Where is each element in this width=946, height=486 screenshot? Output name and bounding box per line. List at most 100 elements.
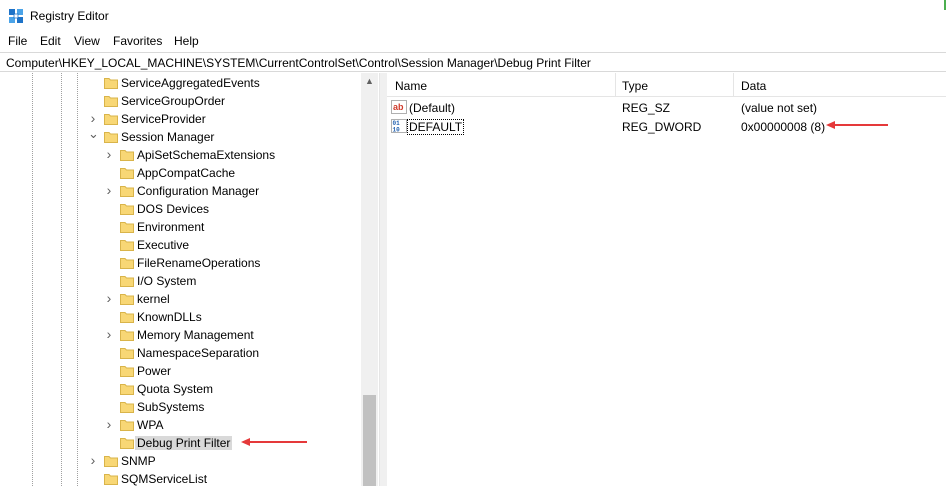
string-value-icon: ab: [391, 100, 407, 114]
tree-item[interactable]: KnownDLLs: [0, 308, 360, 326]
tree-item-label: SubSystems: [137, 400, 205, 414]
tree-item[interactable]: › WPA: [0, 416, 360, 434]
values-list[interactable]: Name Type Data ab (Default) REG_SZ (valu…: [387, 73, 946, 486]
tree-item[interactable]: FileRenameOperations: [0, 254, 360, 272]
menu-view[interactable]: View: [74, 34, 100, 48]
tree-item-label: Power: [137, 364, 172, 378]
tree-scrollbar[interactable]: ▲: [361, 73, 378, 486]
tree-item-label: ServiceGroupOrder: [121, 94, 226, 108]
tree-item[interactable]: NamespaceSeparation: [0, 344, 360, 362]
tree-connector: [104, 347, 114, 359]
folder-icon: [120, 420, 134, 431]
binary-value-icon: 01 10: [391, 119, 407, 133]
chevron-right-icon[interactable]: ›: [104, 327, 114, 341]
chevron-right-icon[interactable]: ›: [104, 147, 114, 161]
list-header: Name Type Data: [387, 73, 946, 97]
tree-item[interactable]: › Memory Management: [0, 326, 360, 344]
window-title: Registry Editor: [30, 9, 109, 23]
chevron-right-icon[interactable]: ›: [88, 111, 98, 125]
folder-icon: [104, 114, 118, 125]
tree-item[interactable]: I/O System: [0, 272, 360, 290]
tree-connector: [104, 239, 114, 251]
svg-text:10: 10: [393, 127, 401, 134]
chevron-right-icon[interactable]: ›: [104, 183, 114, 197]
tree-item[interactable]: SubSystems: [0, 398, 360, 416]
tree-item-label: ServiceAggregatedEvents: [121, 76, 260, 90]
value-type: REG_DWORD: [622, 120, 702, 134]
tree-connector: [104, 203, 114, 215]
column-divider[interactable]: [615, 73, 616, 97]
address-path[interactable]: Computer\HKEY_LOCAL_MACHINE\SYSTEM\Curre…: [6, 56, 591, 70]
tree-item-label: ApiSetSchemaExtensions: [137, 148, 276, 162]
tree-item[interactable]: AppCompatCache: [0, 164, 360, 182]
chevron-right-icon[interactable]: ›: [104, 291, 114, 305]
scrollbar-thumb[interactable]: [363, 395, 376, 486]
tree-item-label: NamespaceSeparation: [137, 346, 260, 360]
tree-item[interactable]: › ServiceProvider: [0, 110, 360, 128]
tree-connector: [88, 77, 98, 89]
menu-favorites[interactable]: Favorites: [113, 34, 162, 48]
folder-icon: [104, 132, 118, 143]
tree-item[interactable]: Power: [0, 362, 360, 380]
column-divider[interactable]: [733, 73, 734, 97]
address-bar[interactable]: Computer\HKEY_LOCAL_MACHINE\SYSTEM\Curre…: [0, 52, 946, 72]
folder-icon: [120, 186, 134, 197]
tree-item[interactable]: › Configuration Manager: [0, 182, 360, 200]
folder-icon: [104, 78, 118, 89]
column-data[interactable]: Data: [741, 79, 766, 93]
key-tree[interactable]: ServiceAggregatedEvents ServiceGroupOrder…: [0, 73, 379, 486]
tree-item[interactable]: › SNMP: [0, 452, 360, 470]
menu-edit[interactable]: Edit: [40, 34, 61, 48]
svg-text:ab: ab: [393, 102, 404, 112]
tree-item-label: DOS Devices: [137, 202, 210, 216]
tree-item-label: KnownDLLs: [137, 310, 202, 324]
tree-item-label: ServiceProvider: [121, 112, 206, 126]
tree-item-label: WPA: [137, 418, 164, 432]
folder-icon: [104, 96, 118, 107]
folder-icon: [104, 456, 118, 467]
tree-connector: [104, 383, 114, 395]
tree-item[interactable]: › ApiSetSchemaExtensions: [0, 146, 360, 164]
tree-item[interactable]: ServiceAggregatedEvents: [0, 74, 360, 92]
folder-icon: [120, 366, 134, 377]
chevron-right-icon[interactable]: ›: [88, 453, 98, 467]
value-row[interactable]: ab (Default) REG_SZ (value not set): [387, 98, 946, 116]
folder-icon: [120, 258, 134, 269]
menu-help[interactable]: Help: [174, 34, 199, 48]
tree-item[interactable]: Environment: [0, 218, 360, 236]
tree-item-label: Debug Print Filter: [135, 436, 233, 450]
tree-item-label: FileRenameOperations: [137, 256, 261, 270]
column-name[interactable]: Name: [395, 79, 427, 93]
tree-item[interactable]: Quota System: [0, 380, 360, 398]
tree-item[interactable]: SQMServiceList: [0, 470, 360, 486]
pane-splitter[interactable]: [379, 73, 387, 486]
folder-icon: [120, 222, 134, 233]
tree-item-label: SNMP: [121, 454, 156, 468]
tree-item-label: AppCompatCache: [137, 166, 236, 180]
chevron-down-icon[interactable]: ⌄: [88, 127, 99, 143]
folder-icon: [120, 384, 134, 395]
chevron-right-icon[interactable]: ›: [104, 417, 114, 431]
scroll-up-icon[interactable]: ▲: [361, 73, 378, 90]
tree-item[interactable]: › kernel: [0, 290, 360, 308]
menu-bar: File Edit View Favorites Help: [0, 32, 946, 51]
tree-item[interactable]: ⌄ Session Manager: [0, 127, 360, 146]
tree-item[interactable]: Executive: [0, 236, 360, 254]
value-name: DEFAULT: [406, 119, 465, 135]
value-data: 0x00000008 (8): [741, 120, 826, 134]
tree-connector: [104, 365, 114, 377]
tree-item-label: kernel: [137, 292, 170, 306]
menu-file[interactable]: File: [8, 34, 27, 48]
column-type[interactable]: Type: [622, 79, 648, 93]
tree-connector: [104, 275, 114, 287]
tree-item-label: Quota System: [137, 382, 214, 396]
tree-connector: [88, 473, 98, 485]
tree-item[interactable]: DOS Devices: [0, 200, 360, 218]
folder-icon: [120, 150, 134, 161]
tree-connector: [104, 311, 114, 323]
value-type: REG_SZ: [622, 101, 671, 115]
folder-icon: [120, 438, 134, 449]
tree-item-label: Environment: [137, 220, 205, 234]
folder-icon: [120, 330, 134, 341]
tree-item[interactable]: ServiceGroupOrder: [0, 92, 360, 110]
